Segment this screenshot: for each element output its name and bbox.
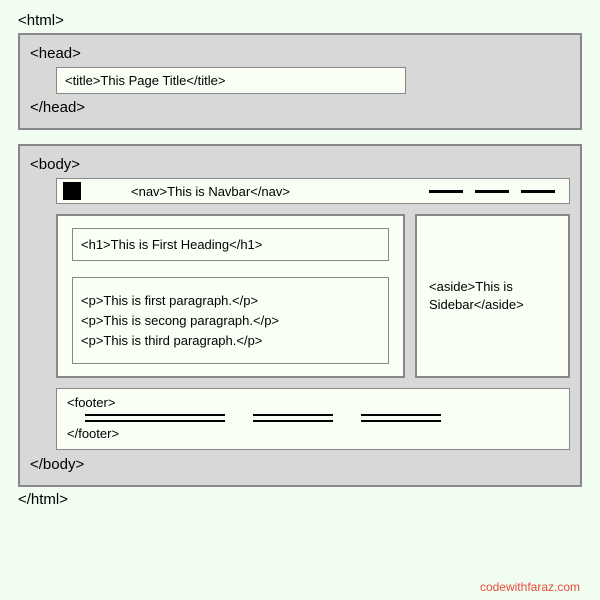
head-close-tag: </head> bbox=[30, 99, 570, 116]
footer-col-1 bbox=[85, 414, 225, 422]
footer-col-2 bbox=[253, 414, 333, 422]
body-section: <body> <nav>This is Navbar</nav> <h1>Thi… bbox=[18, 144, 582, 487]
article-section: <h1>This is First Heading</h1> <p>This i… bbox=[56, 214, 405, 378]
main-content-row: <h1>This is First Heading</h1> <p>This i… bbox=[56, 214, 570, 378]
attribution-text: codewithfaraz.com bbox=[480, 580, 580, 594]
nav-menu-icon bbox=[429, 190, 555, 193]
nav-element: <nav>This is Navbar</nav> bbox=[56, 178, 570, 204]
title-element: <title>This Page Title</title> bbox=[56, 67, 406, 94]
footer-element: <footer> </footer> bbox=[56, 388, 570, 450]
body-close-tag: </body> bbox=[30, 456, 570, 473]
nav-logo-icon bbox=[63, 182, 81, 200]
paragraph-1: <p>This is first paragraph.</p> bbox=[81, 293, 380, 308]
head-open-tag: <head> bbox=[30, 45, 570, 62]
paragraph-group: <p>This is first paragraph.</p> <p>This … bbox=[72, 277, 389, 364]
footer-open-tag: <footer> bbox=[67, 395, 559, 410]
h1-element: <h1>This is First Heading</h1> bbox=[72, 228, 389, 261]
paragraph-2: <p>This is secong paragraph.</p> bbox=[81, 313, 380, 328]
footer-col-3 bbox=[361, 414, 441, 422]
head-section: <head> <title>This Page Title</title> </… bbox=[18, 33, 582, 130]
footer-close-tag: </footer> bbox=[67, 426, 559, 441]
html-open-tag: <html> bbox=[18, 12, 582, 29]
aside-element: <aside>This is Sidebar</aside> bbox=[415, 214, 570, 378]
body-open-tag: <body> bbox=[30, 156, 570, 173]
aside-label: <aside>This is Sidebar</aside> bbox=[429, 278, 556, 314]
paragraph-3: <p>This is third paragraph.</p> bbox=[81, 333, 380, 348]
nav-label: <nav>This is Navbar</nav> bbox=[131, 184, 290, 199]
html-close-tag: </html> bbox=[18, 491, 582, 508]
footer-content-lines bbox=[85, 414, 559, 422]
